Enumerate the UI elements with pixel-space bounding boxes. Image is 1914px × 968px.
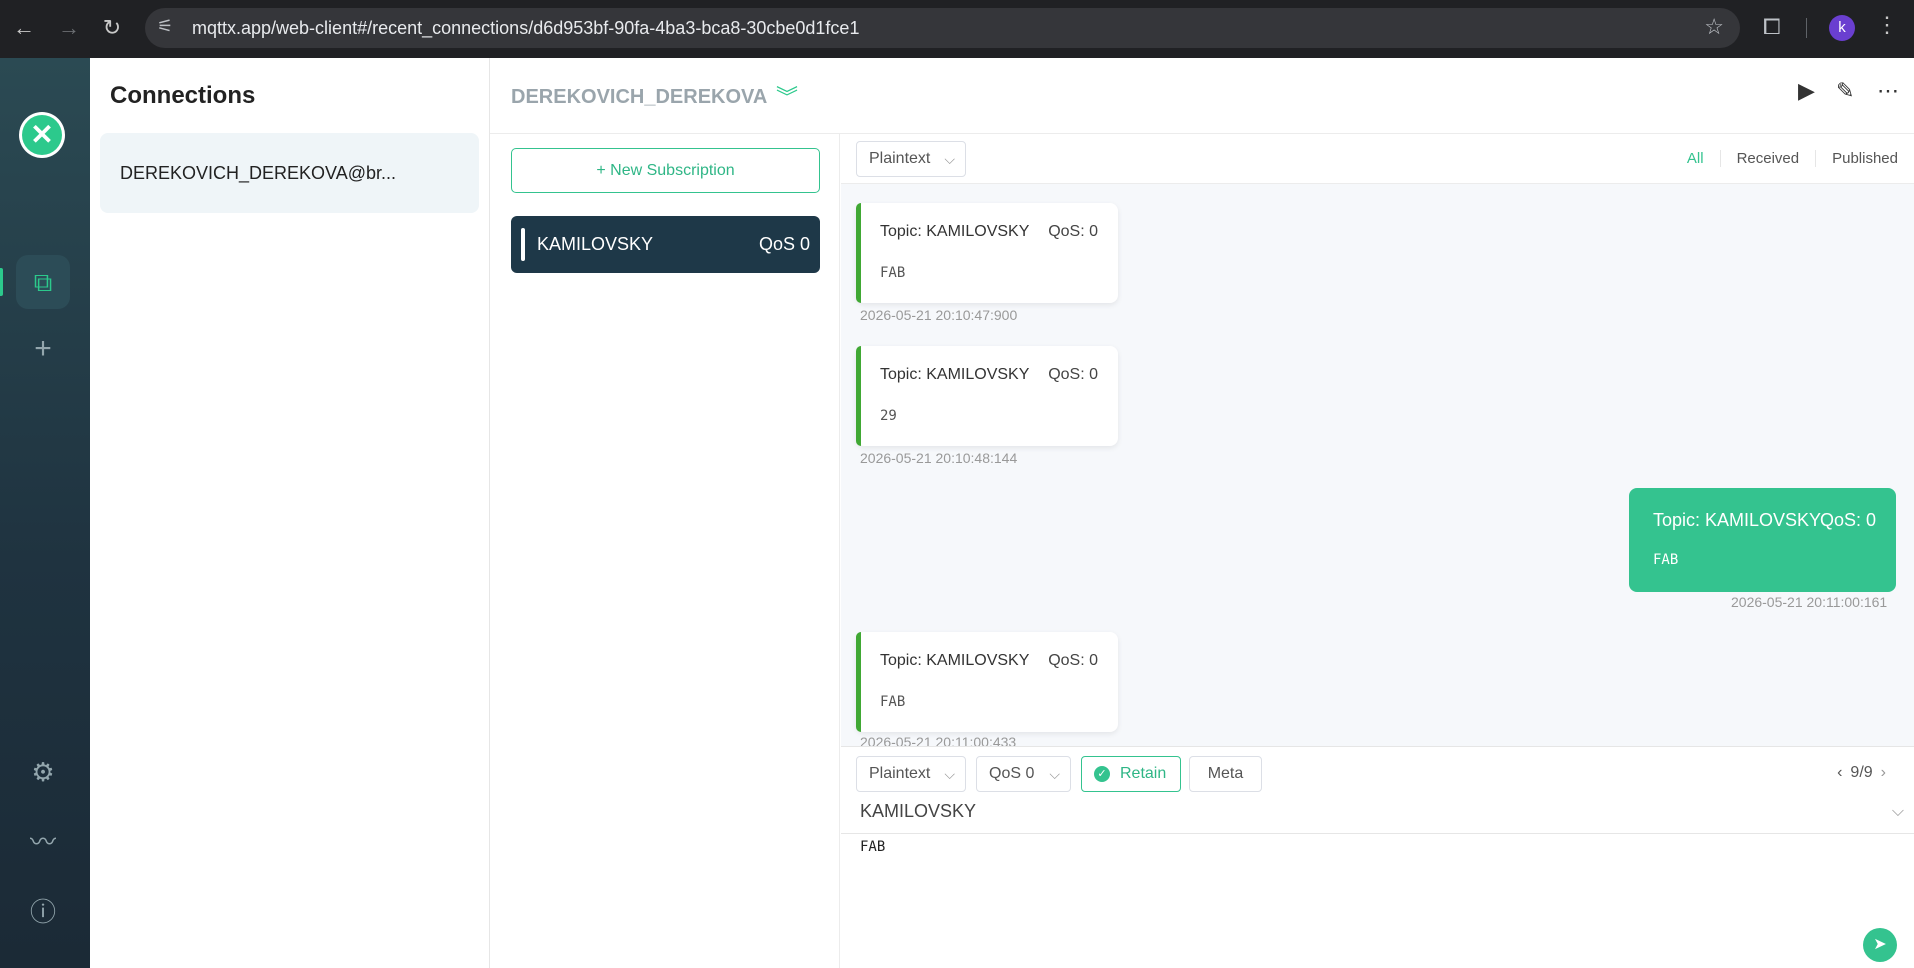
message-topic: Topic: KAMILOVSKY	[880, 223, 1030, 240]
about-icon[interactable]: ⓘ	[16, 885, 70, 939]
message-payload: FAB	[1653, 552, 1679, 568]
address-bar[interactable]: ⚟ mqttx.app/web-client#/recent_connectio…	[145, 8, 1740, 48]
extensions-icon[interactable]: ⧠	[1763, 14, 1781, 40]
plus-icon: +	[596, 162, 606, 179]
new-subscription-label: New Subscription	[610, 162, 735, 179]
app-rail: ✕ ⧉ + ⚙ 〰 ⓘ	[0, 58, 90, 968]
add-icon[interactable]: +	[16, 322, 70, 376]
connection-name: DEREKOVICH_DEREKOVA	[511, 86, 768, 108]
message-topic: Topic: KAMILOVSKY	[880, 652, 1030, 669]
edit-icon[interactable]: ✎	[1836, 78, 1854, 104]
subscription-color-bar	[521, 228, 525, 261]
publish-payload-editor[interactable]: FAB	[860, 839, 885, 855]
message-qos: QoS: 0	[1819, 510, 1876, 530]
subscription-qos: QoS 0	[758, 234, 810, 254]
message-payload: 29	[880, 408, 897, 424]
message-time: 2026-05-21 20:10:48:144	[860, 450, 1018, 466]
message-card[interactable]: Topic: KAMILOVSKY QoS: 0 FAB	[856, 632, 1118, 732]
filter-all[interactable]: All	[1671, 150, 1720, 167]
qos-value: QoS 0	[989, 765, 1035, 782]
previous-icon[interactable]: ‹	[1837, 764, 1842, 781]
message-filter-tabs: All Received Published	[1671, 150, 1914, 167]
meta-button[interactable]: Meta	[1189, 756, 1262, 792]
message-history-pager: ‹ 9/9 ›	[1829, 764, 1894, 782]
retain-label: Retain	[1120, 765, 1167, 782]
subscription-item[interactable]: KAMILOVSKY QoS 0	[511, 216, 820, 273]
message-payload: FAB	[880, 694, 906, 710]
settings-icon[interactable]: ⚙	[16, 745, 70, 799]
message-qos: QoS: 0	[1048, 366, 1098, 383]
browser-chrome: ← → ↻ ⚟ mqttx.app/web-client#/recent_con…	[0, 0, 1914, 58]
published-message-card[interactable]: Topic: KAMILOVSKY QoS: 0 FAB	[1629, 488, 1896, 592]
message-format-value: Plaintext	[869, 150, 931, 167]
received-stripe	[856, 203, 861, 303]
divider	[841, 833, 1914, 834]
connections-icon[interactable]: ⧉	[16, 255, 70, 309]
message-qos: QoS: 0	[1048, 223, 1098, 240]
message-card[interactable]: Topic: KAMILOVSKY QoS: 0 29	[856, 346, 1118, 446]
connection-label: DEREKOVICH_DEREKOVA@br...	[120, 163, 397, 183]
message-topic: Topic: KAMILOVSKY	[880, 366, 1030, 383]
payload-format-select[interactable]: Plaintext ⌵	[856, 756, 966, 792]
subscriptions-column: + New Subscription KAMILOVSKY QoS 0	[490, 134, 840, 968]
filter-published[interactable]: Published	[1815, 150, 1914, 167]
url-text: mqttx.app/web-client#/recent_connections…	[192, 18, 860, 38]
subscription-topic: KAMILOVSKY	[537, 234, 654, 254]
message-composer: Plaintext ⌵ QoS 0 ⌵ ✓ Retain Meta ‹ 9/9 › …	[841, 746, 1914, 968]
active-indicator	[0, 268, 3, 296]
message-topic: Topic: KAMILOVSKY	[1653, 510, 1822, 530]
collapse-chevron-icon[interactable]: ︾	[776, 80, 798, 112]
chevron-down-icon: ⌵	[944, 151, 955, 167]
back-icon[interactable]: ←	[10, 14, 38, 42]
messages-area: Plaintext ⌵ All Received Published Topic: …	[841, 134, 1914, 746]
mqttx-logo: ✕	[19, 112, 65, 158]
message-format-select[interactable]: Plaintext ⌵	[856, 141, 966, 177]
reload-icon[interactable]: ↻	[98, 14, 126, 42]
site-info-icon[interactable]: ⚟	[157, 16, 173, 37]
send-icon[interactable]: ➤	[1863, 928, 1897, 962]
retain-toggle[interactable]: ✓ Retain	[1081, 756, 1181, 792]
chevron-down-icon: ⌵	[944, 766, 955, 782]
feed-icon[interactable]: 〰	[16, 815, 70, 869]
publish-topic-input[interactable]: KAMILOVSKY	[860, 801, 1900, 833]
connections-panel: Connections DEREKOVICH_DEREKOVA@br...	[90, 58, 490, 968]
new-subscription-button[interactable]: + New Subscription	[511, 148, 820, 193]
pager-count: 9/9	[1850, 764, 1873, 781]
message-time: 2026-05-21 20:11:00:161	[1731, 594, 1888, 610]
message-time: 2026-05-21 20:11:00:433	[860, 736, 1017, 746]
check-icon: ✓	[1094, 766, 1110, 782]
messages-toolbar: Plaintext ⌵ All Received Published	[841, 134, 1914, 184]
browser-menu-icon[interactable]: ⋮	[1876, 12, 1898, 38]
message-card[interactable]: Topic: KAMILOVSKY QoS: 0 FAB	[856, 203, 1118, 303]
bookmark-star-icon[interactable]: ☆	[1704, 14, 1724, 40]
message-time: 2026-05-21 20:10:47:900	[860, 307, 1018, 323]
connection-item[interactable]: DEREKOVICH_DEREKOVA@br...	[100, 133, 479, 213]
more-options-icon[interactable]: ⋯	[1877, 78, 1899, 104]
next-icon[interactable]: ›	[1881, 764, 1886, 781]
forward-icon[interactable]: →	[55, 14, 83, 42]
chevron-down-icon: ⌵	[1049, 766, 1060, 782]
connection-header: DEREKOVICH_DEREKOVA ︾ ▶ ✎ ⋯	[490, 58, 1914, 134]
filter-received[interactable]: Received	[1719, 150, 1816, 167]
connections-title: Connections	[110, 82, 256, 109]
received-stripe	[856, 632, 861, 732]
chevron-down-icon[interactable]: ⌵	[1892, 803, 1904, 821]
qos-select[interactable]: QoS 0 ⌵	[976, 756, 1071, 792]
toolbar-divider	[1806, 18, 1807, 38]
connect-play-icon[interactable]: ▶	[1798, 78, 1815, 104]
message-payload: FAB	[880, 265, 906, 281]
profile-avatar[interactable]: k	[1829, 15, 1855, 41]
payload-format-value: Plaintext	[869, 765, 931, 782]
message-qos: QoS: 0	[1048, 652, 1098, 669]
received-stripe	[856, 346, 861, 446]
